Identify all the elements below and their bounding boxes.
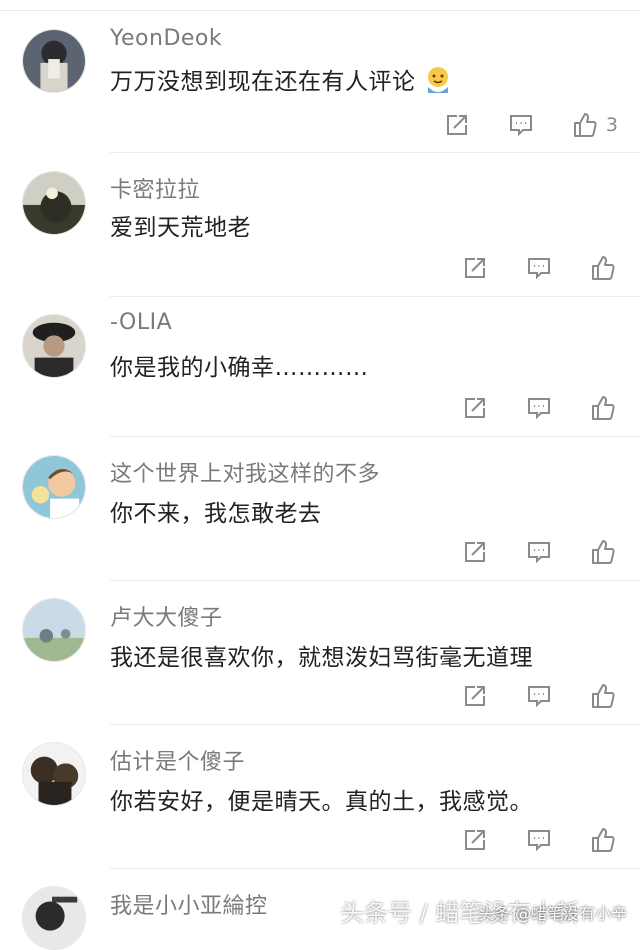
comment-actions	[460, 253, 618, 283]
reply-icon[interactable]	[506, 110, 536, 140]
share-icon[interactable]	[460, 253, 490, 283]
avatar[interactable]	[22, 29, 86, 93]
comment-actions	[460, 537, 618, 567]
thumbs-up-icon[interactable]	[588, 681, 618, 711]
like-count: 3	[605, 114, 618, 136]
watermark-credit: 头条 @蜡笔没有小辛	[478, 904, 628, 923]
comment-text: 万万没想到现在还在有人评论	[110, 62, 452, 101]
avatar[interactable]	[22, 598, 86, 662]
share-icon[interactable]	[460, 681, 490, 711]
comment-text: 我还是很喜欢你，就想泼妇骂街毫无道理	[110, 645, 533, 671]
share-icon[interactable]	[442, 110, 472, 140]
avatar[interactable]	[22, 455, 86, 519]
comment-divider	[110, 580, 640, 581]
avatar[interactable]	[22, 171, 86, 235]
avatar[interactable]	[22, 314, 86, 378]
thumbs-up-icon[interactable]	[588, 537, 618, 567]
comment-divider	[110, 296, 640, 297]
comment-actions	[460, 393, 618, 423]
comment-text: 爱到天荒地老	[110, 215, 251, 241]
reply-icon[interactable]	[524, 681, 554, 711]
sweat-smile-emoji-icon	[424, 65, 452, 101]
comment-username[interactable]: 卢大大傻子	[110, 600, 223, 632]
reply-icon[interactable]	[524, 825, 554, 855]
comment-actions	[460, 825, 618, 855]
thumbs-up-icon[interactable]	[570, 110, 600, 140]
comment-text: 你是我的小确幸…………	[110, 355, 369, 381]
comment-username[interactable]: -OLIA	[110, 310, 172, 335]
comment-divider	[110, 152, 640, 153]
thumbs-up-icon[interactable]	[588, 253, 618, 283]
comment-username[interactable]: 我是小小亚綸控	[110, 888, 268, 920]
comment-username[interactable]: YeonDeok	[110, 26, 222, 51]
reply-icon[interactable]	[524, 393, 554, 423]
comment-divider	[110, 868, 640, 869]
comment-text: 你不来，我怎敢老去	[110, 501, 322, 527]
comment-username[interactable]: 估计是个傻子	[110, 744, 245, 776]
comment-username[interactable]: 卡密拉拉	[110, 172, 200, 204]
top-divider	[0, 10, 640, 11]
comment-actions: 3	[442, 110, 618, 140]
reply-icon[interactable]	[524, 537, 554, 567]
avatar[interactable]	[22, 886, 86, 950]
comment-actions	[460, 681, 618, 711]
share-icon[interactable]	[460, 537, 490, 567]
thumbs-up-icon[interactable]	[588, 393, 618, 423]
comment-divider	[110, 724, 640, 725]
avatar[interactable]	[22, 742, 86, 806]
reply-icon[interactable]	[524, 253, 554, 283]
share-icon[interactable]	[460, 825, 490, 855]
comment-username[interactable]: 这个世界上对我这样的不多	[110, 456, 380, 488]
comment-text: 你若安好，便是晴天。真的土，我感觉。	[110, 789, 533, 815]
share-icon[interactable]	[460, 393, 490, 423]
comment-divider	[110, 436, 640, 437]
thumbs-up-icon[interactable]	[588, 825, 618, 855]
comment-text-body: 万万没想到现在还在有人评论	[110, 69, 416, 95]
